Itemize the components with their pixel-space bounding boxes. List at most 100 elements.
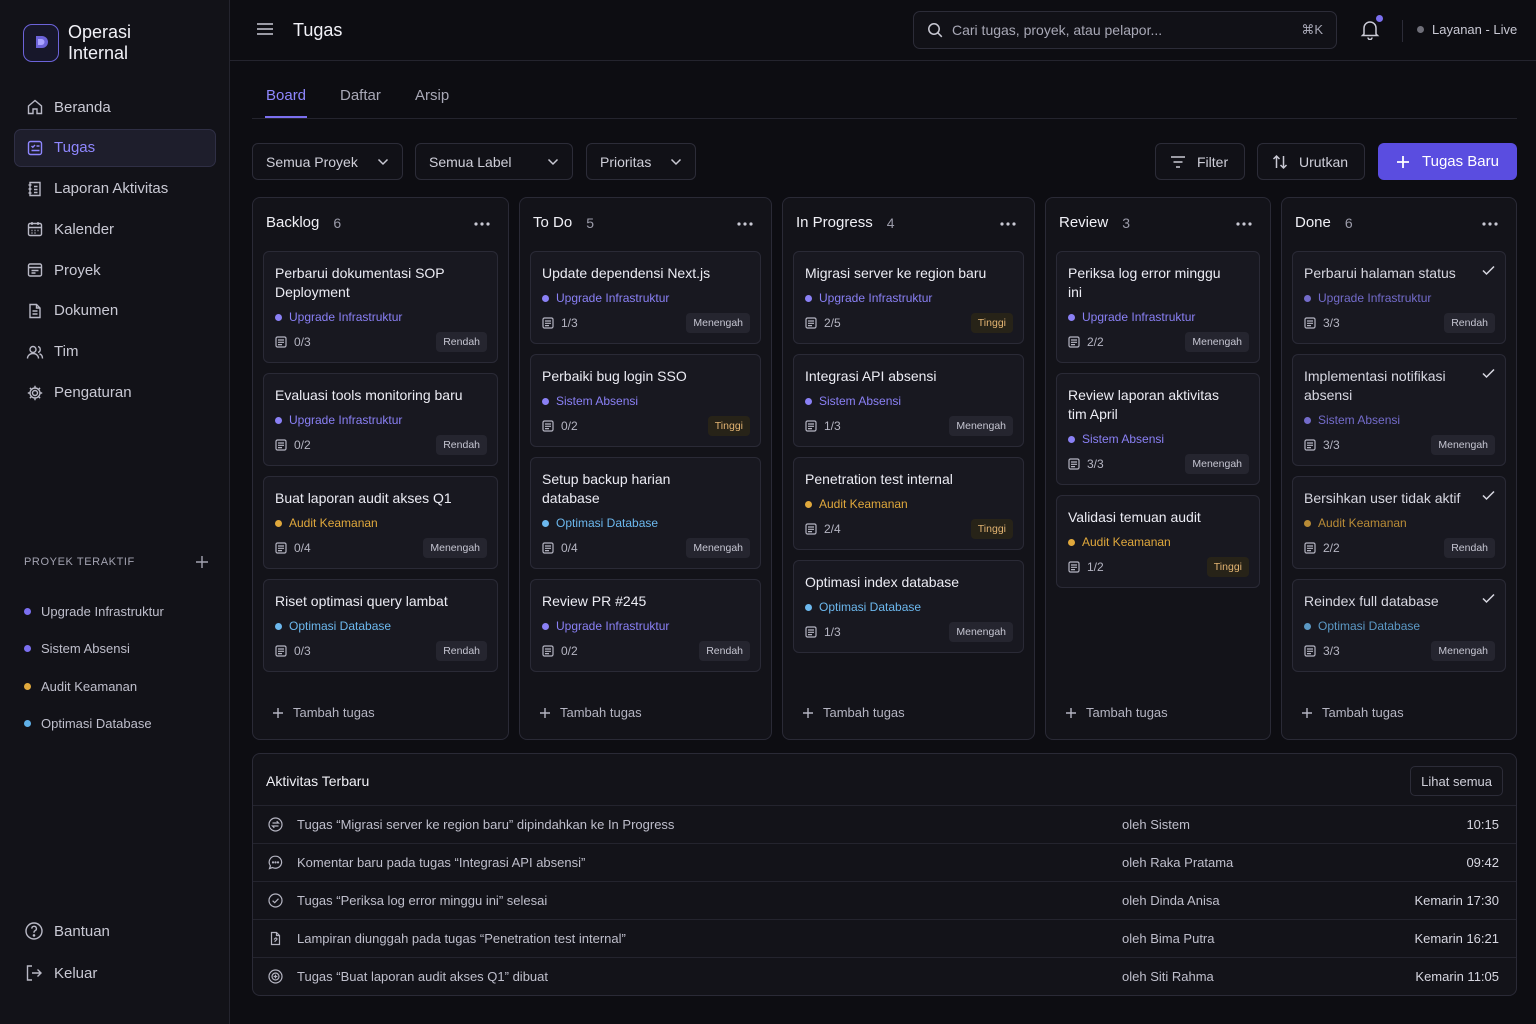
- task-project-label: Optimasi Database: [556, 516, 659, 530]
- card-list: Migrasi server ke region baru Upgrade In…: [793, 251, 1024, 663]
- more-options-icon[interactable]: [1482, 222, 1498, 226]
- task-card[interactable]: Buat laporan audit akses Q1 Audit Keaman…: [263, 476, 498, 569]
- add-task-label: Tambah tugas: [560, 705, 642, 720]
- subtask-count: 3/3: [1087, 457, 1104, 471]
- task-card[interactable]: Update dependensi Next.js Upgrade Infras…: [530, 251, 761, 344]
- service-status[interactable]: Layanan - Live: [1417, 22, 1517, 37]
- tab-arsip[interactable]: Arsip: [415, 87, 449, 104]
- task-card[interactable]: Integrasi API absensi Sistem Absensi 1/3…: [793, 354, 1024, 447]
- task-card[interactable]: Riset optimasi query lambat Optimasi Dat…: [263, 579, 498, 672]
- task-card[interactable]: Optimasi index database Optimasi Databas…: [793, 560, 1024, 653]
- tab-board[interactable]: Board: [266, 87, 306, 104]
- task-card[interactable]: Perbarui halaman status Upgrade Infrastr…: [1292, 251, 1506, 344]
- sort-button-label: Urutkan: [1299, 153, 1349, 170]
- more-options-icon[interactable]: [1236, 222, 1252, 226]
- task-card[interactable]: Bersihkan user tidak aktif Audit Keamana…: [1292, 476, 1506, 569]
- priority-filter-dropdown[interactable]: Prioritas: [586, 143, 696, 180]
- subtask-icon: [1304, 645, 1316, 657]
- logout-link[interactable]: Keluar: [24, 952, 110, 994]
- task-card[interactable]: Setup backup harian database Optimasi Da…: [530, 457, 761, 569]
- activity-row[interactable]: Komentar baru pada tugas “Integrasi API …: [253, 843, 1516, 881]
- activity-row[interactable]: Tugas “Migrasi server ke region baru” di…: [253, 805, 1516, 843]
- task-project: Audit Keamanan: [805, 497, 1013, 511]
- nav-item-tim[interactable]: Tim: [14, 333, 216, 371]
- label-filter-dropdown[interactable]: Semua Label: [415, 143, 573, 180]
- search-icon: [927, 22, 943, 38]
- tab-daftar[interactable]: Daftar: [340, 87, 381, 104]
- main-nav: Beranda Tugas Laporan Aktivitas Kalender…: [14, 88, 216, 414]
- project-item-sistem-absensi[interactable]: Sistem Absensi: [24, 630, 164, 667]
- nav-item-tugas[interactable]: Tugas: [14, 128, 216, 167]
- nav-label: Laporan Aktivitas: [54, 180, 169, 198]
- task-footer: 1/3 Menengah: [805, 416, 1013, 436]
- subtask-count: 3/3: [1323, 316, 1340, 330]
- new-task-button[interactable]: Tugas Baru: [1378, 143, 1517, 180]
- search-input[interactable]: [952, 22, 1302, 38]
- menu-icon[interactable]: [256, 21, 274, 37]
- nav-label: Pengaturan: [54, 384, 132, 402]
- brand[interactable]: Operasi Internal: [23, 22, 158, 64]
- subtask-progress: 1/3: [542, 316, 578, 330]
- more-options-icon[interactable]: [1000, 222, 1016, 226]
- report-icon: [26, 180, 44, 198]
- task-card[interactable]: Review laporan aktivitas tim April Siste…: [1056, 373, 1260, 485]
- more-options-icon[interactable]: [474, 222, 490, 226]
- help-link[interactable]: Bantuan: [24, 910, 110, 952]
- subtask-progress: 0/3: [275, 644, 311, 658]
- add-task-button[interactable]: Tambah tugas: [802, 705, 905, 720]
- add-task-button[interactable]: Tambah tugas: [272, 705, 375, 720]
- task-card[interactable]: Periksa log error minggu ini Upgrade Inf…: [1056, 251, 1260, 363]
- subtask-progress: 1/3: [805, 625, 841, 639]
- task-card[interactable]: Evaluasi tools monitoring baru Upgrade I…: [263, 373, 498, 466]
- task-project: Sistem Absensi: [542, 394, 750, 408]
- filter-button[interactable]: Filter: [1155, 143, 1245, 180]
- nav-label: Beranda: [54, 98, 111, 116]
- priority-badge: Tinggi: [707, 416, 750, 436]
- priority-badge: Rendah: [1444, 538, 1495, 558]
- brand-logo-icon: [23, 24, 59, 62]
- project-item-upgrade-infrastruktur[interactable]: Upgrade Infrastruktur: [24, 593, 164, 630]
- add-task-button[interactable]: Tambah tugas: [539, 705, 642, 720]
- nav-item-proyek[interactable]: Proyek: [14, 251, 216, 289]
- activity-row[interactable]: Tugas “Periksa log error minggu ini” sel…: [253, 881, 1516, 919]
- add-project-icon[interactable]: [195, 555, 209, 569]
- add-task-button[interactable]: Tambah tugas: [1301, 705, 1404, 720]
- task-footer: 2/5 Tinggi: [805, 313, 1013, 333]
- task-card[interactable]: Migrasi server ke region baru Upgrade In…: [793, 251, 1024, 344]
- subtask-icon: [1304, 542, 1316, 554]
- nav-item-laporan-aktivitas[interactable]: Laporan Aktivitas: [14, 170, 216, 208]
- task-card[interactable]: Perbaiki bug login SSO Sistem Absensi 0/…: [530, 354, 761, 447]
- activity-row[interactable]: Lampiran diunggah pada tugas “Penetratio…: [253, 919, 1516, 957]
- subtask-icon: [1068, 561, 1080, 573]
- project-item-optimasi-database[interactable]: Optimasi Database: [24, 705, 164, 742]
- see-all-button[interactable]: Lihat semua: [1410, 766, 1503, 796]
- task-card[interactable]: Review PR #245 Upgrade Infrastruktur 0/2…: [530, 579, 761, 672]
- project-item-audit-keamanan[interactable]: Audit Keamanan: [24, 668, 164, 705]
- column-review: Review 3 Periksa log error minggu ini Up…: [1045, 197, 1271, 740]
- nav-item-dokumen[interactable]: Dokumen: [14, 292, 216, 330]
- column-count: 6: [333, 214, 342, 231]
- task-card[interactable]: Validasi temuan audit Audit Keamanan 1/2…: [1056, 495, 1260, 588]
- nav-item-kalender[interactable]: Kalender: [14, 210, 216, 248]
- nav-item-pengaturan[interactable]: Pengaturan: [14, 374, 216, 412]
- task-title: Optimasi index database: [805, 574, 960, 590]
- task-card[interactable]: Perbarui dokumentasi SOP Deployment Upgr…: [263, 251, 498, 363]
- task-card[interactable]: Reindex full database Optimasi Database …: [1292, 579, 1506, 672]
- priority-badge: Rendah: [436, 332, 487, 352]
- more-options-icon[interactable]: [737, 222, 753, 226]
- task-card[interactable]: Implementasi notifikasi absensi Sistem A…: [1292, 354, 1506, 466]
- subtask-count: 1/2: [1087, 560, 1104, 574]
- nav-item-beranda[interactable]: Beranda: [14, 88, 216, 126]
- search-bar[interactable]: ⌘K: [913, 11, 1337, 49]
- chevron-down-icon: [377, 158, 389, 166]
- subtask-icon: [805, 317, 817, 329]
- task-card[interactable]: Penetration test internal Audit Keamanan…: [793, 457, 1024, 550]
- subtask-count: 3/3: [1323, 438, 1340, 452]
- activity-text: Tugas “Buat laporan audit akses Q1” dibu…: [297, 969, 548, 984]
- notification-bell-icon[interactable]: [1360, 15, 1383, 40]
- add-task-button[interactable]: Tambah tugas: [1065, 705, 1168, 720]
- project-filter-dropdown[interactable]: Semua Proyek: [252, 143, 403, 180]
- sort-button[interactable]: Urutkan: [1257, 143, 1365, 180]
- priority-badge: Tinggi: [970, 313, 1013, 333]
- activity-row[interactable]: Tugas “Buat laporan audit akses Q1” dibu…: [253, 957, 1516, 995]
